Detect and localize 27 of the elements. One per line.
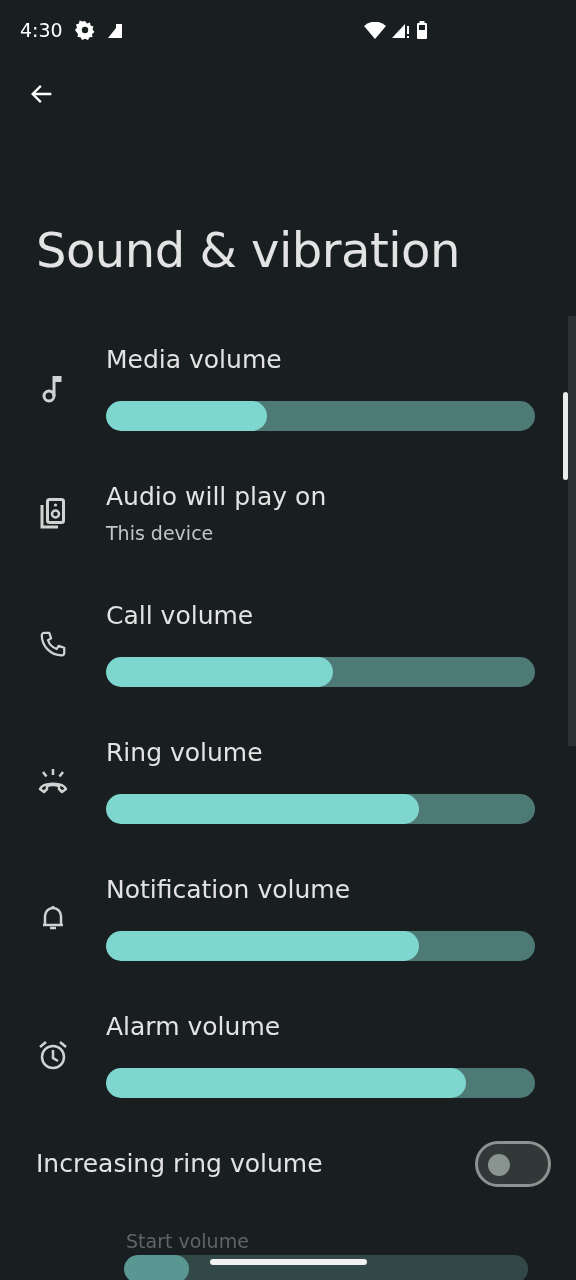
setting-title: Start volume — [125, 1229, 250, 1253]
alarm-clock-icon — [37, 1038, 69, 1071]
signal-icon — [106, 21, 125, 39]
setting-title: Alarm volume — [106, 1011, 282, 1043]
battery-icon — [416, 21, 428, 39]
volume-slider[interactable] — [106, 794, 535, 824]
ring-icon — [37, 766, 69, 795]
speaker-icon — [40, 497, 66, 529]
volume-slider[interactable] — [106, 657, 535, 687]
settings-icon — [74, 20, 95, 40]
volume-slider[interactable] — [106, 1068, 535, 1098]
setting-title: Call volume — [106, 600, 255, 632]
scroll-thumb[interactable] — [563, 392, 568, 480]
setting-title: Ring volume — [106, 737, 264, 769]
setting-title: Audio will play on — [106, 481, 328, 513]
clock-time: 4:30 — [20, 19, 63, 41]
bell-icon — [41, 903, 65, 932]
wifi-icon — [364, 21, 386, 39]
toggle-switch[interactable] — [475, 1141, 551, 1187]
setting-title: Increasing ring volume — [36, 1148, 324, 1180]
setting-title: Media volume — [106, 344, 283, 376]
page-title: Sound & vibration — [36, 222, 461, 278]
volume-slider[interactable] — [106, 401, 535, 431]
setting-subtitle: This device — [106, 521, 215, 545]
gesture-handle[interactable] — [210, 1259, 367, 1265]
volume-slider[interactable] — [106, 931, 535, 961]
setting-title: Notification volume — [106, 874, 351, 906]
